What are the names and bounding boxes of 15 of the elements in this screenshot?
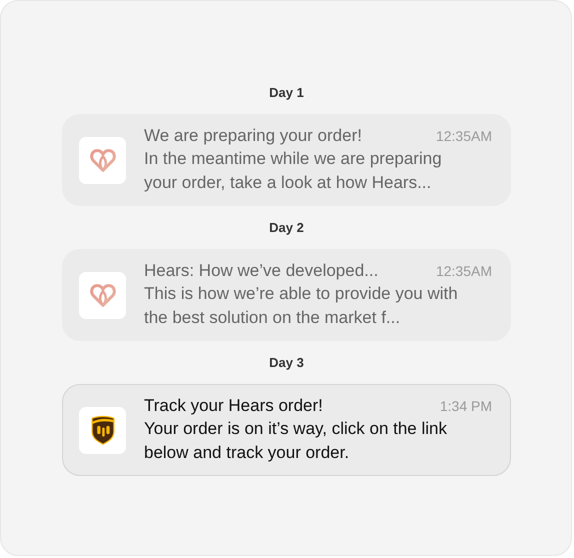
notification-card[interactable]: Track your Hears order! 1:34 PM Your order is on it’s way, click on the link below and track your order.: [62, 384, 511, 476]
notification-card[interactable]: Hears: How we’ve developed... 12:35AM This is how we’re able to provide you with the best solution on the market f...: [62, 249, 511, 341]
notification-title: Hears: How we’ve developed...: [144, 260, 378, 280]
day-label: Day 3: [268, 355, 305, 371]
day-label: Day 2: [268, 220, 305, 236]
notification-time: 12:35AM: [436, 128, 492, 144]
notification-title: Track your Hears order!: [144, 396, 323, 416]
notification-message: This is how we’re able to provide you with the best solution on the market f...: [144, 282, 459, 328]
notification-message: In the meantime while we are preparing your order, take a look at how Hears...: [144, 148, 443, 194]
notification-title: We are preparing your order!: [144, 126, 362, 146]
notification-message: Your order is on it’s way, click on the link below and track your order.: [144, 418, 448, 464]
notification-time: 1:34 PM: [440, 398, 492, 414]
notification-card[interactable]: We are preparing your order! 12:35AM In the meantime while we are preparing your order, take a look at how Hears...: [62, 114, 511, 206]
notification-time: 12:35AM: [436, 262, 492, 278]
day-label: Day 1: [268, 85, 305, 101]
